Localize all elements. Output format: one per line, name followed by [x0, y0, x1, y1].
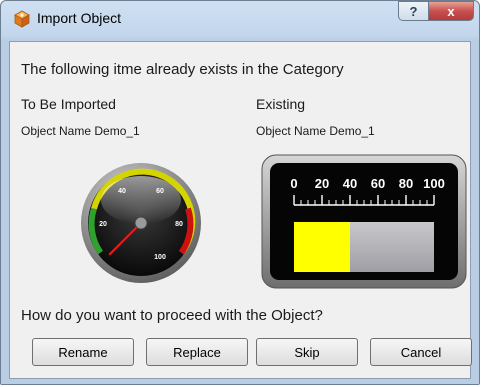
- dial-tick-label: 80: [175, 221, 183, 228]
- close-button[interactable]: x: [428, 1, 474, 21]
- imported-object-name: Object Name Demo_1: [21, 124, 140, 138]
- app-cube-icon: [13, 10, 31, 28]
- skip-button[interactable]: Skip: [256, 338, 358, 366]
- cancel-button[interactable]: Cancel: [370, 338, 472, 366]
- dial-hub: [134, 216, 148, 230]
- dialog-body: The following itme already exists in the…: [9, 41, 472, 379]
- bar-gauge-fill: [294, 222, 350, 272]
- existing-bar-gauge-preview: 0 20 40 60 80 100: [261, 154, 467, 289]
- bar-scale-label: 60: [371, 176, 385, 191]
- bar-scale-label: 80: [399, 176, 413, 191]
- help-icon: ?: [409, 3, 418, 19]
- bar-scale-label: 0: [290, 176, 297, 191]
- dial-tick-label: 40: [118, 188, 126, 195]
- bar-scale-label: 20: [315, 176, 329, 191]
- dial-tick-label: 100: [154, 254, 166, 261]
- window-title: Import Object: [37, 10, 122, 26]
- replace-button[interactable]: Replace: [146, 338, 248, 366]
- existing-object-name: Object Name Demo_1: [256, 124, 375, 138]
- dial-tick-label: 20: [99, 221, 107, 228]
- title-bar[interactable]: Import Object ? x: [1, 1, 479, 35]
- import-object-dialog: Import Object ? x The following itme alr…: [0, 0, 480, 385]
- dial-tick-label: 60: [156, 188, 164, 195]
- bar-scale-label: 100: [423, 176, 445, 191]
- rename-button[interactable]: Rename: [32, 338, 134, 366]
- message-text: The following itme already exists in the…: [21, 61, 344, 78]
- bar-scale-label: 40: [343, 176, 357, 191]
- imported-dial-gauge-preview: 20 40 60 80 100: [81, 163, 201, 283]
- to-be-imported-heading: To Be Imported: [21, 96, 116, 112]
- help-button[interactable]: ?: [398, 1, 429, 21]
- question-text: How do you want to proceed with the Obje…: [21, 307, 323, 324]
- existing-heading: Existing: [256, 96, 306, 112]
- close-icon: x: [447, 3, 455, 19]
